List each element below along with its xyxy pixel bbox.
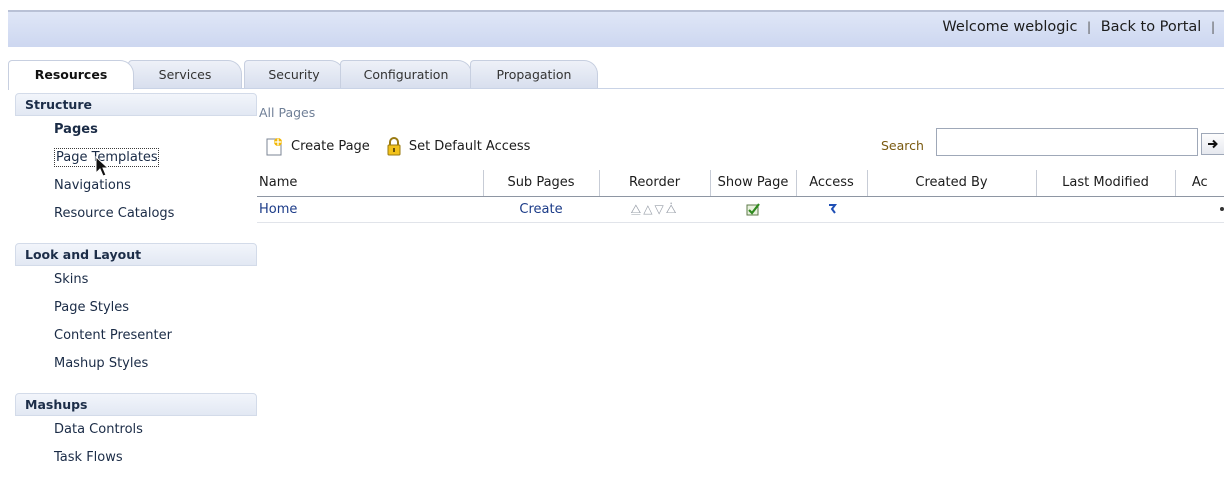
- create-subpage-link[interactable]: Create: [519, 202, 562, 217]
- welcome-area: Welcome weblogic | Back to Portal |: [942, 19, 1220, 35]
- section-title[interactable]: Look and Layout: [15, 243, 257, 266]
- cell-actions: [1175, 196, 1224, 223]
- sidebar-item-mashup-styles[interactable]: Mashup Styles: [15, 350, 257, 378]
- search-input[interactable]: [936, 128, 1198, 156]
- move-top-icon[interactable]: ⧋: [631, 202, 644, 216]
- separator: |: [1210, 20, 1215, 34]
- sidebar-item-skins[interactable]: Skins: [15, 266, 257, 294]
- back-to-portal-link[interactable]: Back to Portal: [1101, 19, 1202, 35]
- tab-configuration[interactable]: Configuration: [340, 60, 472, 88]
- top-banner: Welcome weblogic | Back to Portal |: [8, 10, 1224, 47]
- tab-resources[interactable]: Resources: [8, 60, 134, 90]
- section-mashups: Mashups Data Controls Task Flows: [15, 393, 257, 472]
- cell-last-modified: [1036, 196, 1175, 223]
- sidebar-item-page-styles[interactable]: Page Styles: [15, 294, 257, 322]
- sidebar-item-pages[interactable]: Pages: [15, 116, 257, 144]
- sidebar-item-content-presenter[interactable]: Content Presenter: [15, 322, 257, 350]
- sidebar-item-task-flows[interactable]: Task Flows: [15, 444, 257, 472]
- edit-access-icon[interactable]: [827, 203, 837, 215]
- sidebar-item-label: Page Templates: [54, 148, 159, 167]
- breadcrumb: All Pages: [259, 105, 316, 120]
- column-header-name[interactable]: Name: [257, 170, 483, 197]
- create-page-label: Create Page: [291, 138, 370, 154]
- pages-table: Name Sub Pages Reorder Show Page Access …: [257, 170, 1224, 223]
- section-title[interactable]: Structure: [15, 93, 257, 116]
- sidebar-item-data-controls[interactable]: Data Controls: [15, 416, 257, 444]
- set-default-access-label: Set Default Access: [408, 138, 531, 154]
- page-link-home[interactable]: Home: [259, 202, 297, 217]
- sidebar-item-page-templates[interactable]: Page Templates: [15, 144, 257, 172]
- column-header-last-modified[interactable]: Last Modified: [1035, 170, 1175, 197]
- move-up-icon[interactable]: △: [643, 202, 654, 216]
- set-default-access-button[interactable]: Set Default Access: [386, 136, 531, 156]
- tab-propagation[interactable]: Propagation: [470, 60, 598, 88]
- column-header-created-by[interactable]: Created By: [866, 170, 1036, 197]
- column-header-reorder[interactable]: Reorder: [598, 170, 710, 197]
- arrow-right-icon: [1208, 139, 1218, 149]
- move-bottom-icon[interactable]: ⧊: [666, 202, 679, 216]
- cell-show-page: [710, 196, 796, 223]
- cell-created-by: [867, 196, 1036, 223]
- table-header-row: Name Sub Pages Reorder Show Page Access …: [257, 170, 1224, 197]
- actions-menu-icon[interactable]: [1220, 207, 1224, 211]
- cell-name: Home: [257, 196, 483, 223]
- cell-sub-pages: Create: [483, 196, 599, 223]
- column-header-access[interactable]: Access: [795, 170, 867, 197]
- checkbox-checked-icon[interactable]: [746, 202, 760, 216]
- section-look-and-layout: Look and Layout Skins Page Styles Conten…: [15, 243, 257, 378]
- move-down-icon[interactable]: ▽: [655, 202, 666, 216]
- column-header-actions[interactable]: Ac: [1174, 170, 1224, 197]
- section-title[interactable]: Mashups: [15, 393, 257, 416]
- tab-bar: Resources Services Security Configuratio…: [8, 60, 1224, 90]
- welcome-text: Welcome weblogic: [942, 19, 1078, 35]
- cell-reorder: ⧋△▽⧊: [599, 196, 710, 223]
- column-header-show-page[interactable]: Show Page: [709, 170, 796, 197]
- search-go-button[interactable]: [1201, 133, 1224, 155]
- create-page-icon: [266, 137, 282, 155]
- tab-security[interactable]: Security: [244, 60, 344, 88]
- table-row: Home Create ⧋△▽⧊: [257, 196, 1224, 223]
- section-structure: Structure Pages Page Templates Navigatio…: [15, 93, 257, 228]
- cell-access: [796, 196, 867, 223]
- search-label: Search: [881, 138, 924, 153]
- toolbar: Create Page Set Default Access: [265, 134, 546, 158]
- column-header-sub-pages[interactable]: Sub Pages: [482, 170, 599, 197]
- separator: |: [1087, 20, 1092, 34]
- tab-services[interactable]: Services: [128, 60, 242, 88]
- sidebar: Structure Pages Page Templates Navigatio…: [15, 93, 257, 472]
- lock-icon: [387, 136, 401, 155]
- sidebar-item-resource-catalogs[interactable]: Resource Catalogs: [15, 200, 257, 228]
- sidebar-item-navigations[interactable]: Navigations: [15, 172, 257, 200]
- reorder-controls: ⧋△▽⧊: [631, 202, 679, 216]
- create-page-button[interactable]: Create Page: [265, 137, 370, 156]
